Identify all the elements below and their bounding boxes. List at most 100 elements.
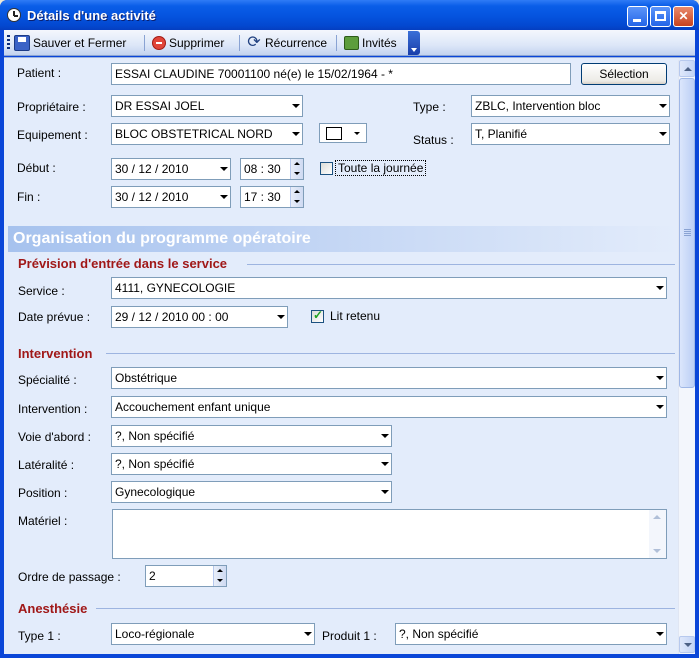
start-time-spinner[interactable]: 08 : 30	[240, 158, 304, 180]
scroll-down-icon[interactable]	[679, 636, 695, 653]
scroll-up-icon[interactable]	[679, 60, 695, 77]
color-picker-button[interactable]	[319, 123, 367, 143]
chevron-down-icon[interactable]	[653, 624, 666, 644]
all-day-checkbox[interactable]	[320, 162, 333, 175]
position-value: Gynecologique	[115, 485, 196, 499]
toolbar-overflow-icon[interactable]	[408, 31, 420, 55]
chevron-down-icon[interactable]	[378, 454, 391, 474]
type1-value: Loco-régionale	[115, 627, 195, 641]
down-arrow-icon[interactable]	[290, 197, 303, 207]
maximize-button[interactable]	[650, 6, 671, 27]
status-value: T, Planifié	[475, 127, 528, 141]
all-day-label[interactable]: Toute la journée	[335, 160, 427, 176]
close-icon: ✕	[678, 9, 689, 23]
chevron-down-icon[interactable]	[301, 624, 314, 644]
chevron-down-icon[interactable]	[653, 278, 666, 298]
type1-select[interactable]: Loco-régionale	[111, 623, 315, 645]
equipment-select[interactable]: BLOC OBSTETRICAL NORD	[111, 123, 303, 145]
selection-button[interactable]: Sélection	[581, 63, 667, 85]
start-label: Début :	[17, 161, 56, 175]
chevron-down-icon[interactable]	[656, 124, 669, 144]
close-button[interactable]: ✕	[673, 6, 694, 27]
type-select[interactable]: ZBLC, Intervention bloc	[471, 95, 670, 117]
end-date-value: 30 / 12 / 2010	[115, 190, 189, 204]
equipment-value: BLOC OBSTETRICAL NORD	[115, 127, 273, 141]
up-arrow-icon[interactable]	[290, 187, 303, 197]
scroll-up-icon[interactable]	[649, 510, 665, 524]
laterality-label: Latéralité :	[18, 458, 75, 472]
owner-value: DR ESSAI JOEL	[115, 99, 205, 113]
planned-date-picker[interactable]: 29 / 12 / 2010 00 : 00	[111, 306, 288, 328]
status-label: Status :	[413, 133, 454, 147]
service-select[interactable]: 4111, GYNECOLOGIE	[111, 277, 667, 299]
material-scrollbar[interactable]	[649, 510, 666, 558]
scrollbar-thumb[interactable]	[679, 78, 695, 388]
chevron-down-icon	[354, 132, 360, 135]
intervention-section-title: Intervention	[18, 346, 93, 361]
chevron-down-icon[interactable]	[653, 368, 666, 388]
approach-select[interactable]: ?, Non spécifié	[111, 425, 392, 447]
delete-button[interactable]: Supprimer	[152, 33, 224, 53]
delete-icon	[152, 36, 166, 50]
specialty-label: Spécialité :	[18, 373, 77, 387]
guests-button[interactable]: Invités	[344, 33, 397, 53]
chevron-down-icon[interactable]	[217, 187, 230, 207]
product1-value: ?, Non spécifié	[399, 627, 479, 641]
recurrence-button[interactable]: ⟳ Récurrence	[246, 33, 327, 53]
bed-reserved-checkbox[interactable]	[311, 308, 324, 323]
spinner-arrows[interactable]	[290, 159, 303, 179]
status-select[interactable]: T, Planifié	[471, 123, 670, 145]
clock-icon	[7, 8, 21, 22]
vertical-scrollbar[interactable]	[678, 60, 695, 654]
type-value: ZBLC, Intervention bloc	[475, 99, 601, 113]
end-label: Fin :	[17, 190, 41, 204]
color-swatch	[326, 127, 342, 140]
position-select[interactable]: Gynecologique	[111, 481, 392, 503]
material-textarea[interactable]	[112, 509, 667, 559]
down-arrow-icon[interactable]	[290, 169, 303, 179]
minimize-button[interactable]	[627, 6, 648, 27]
intervention-label: Intervention :	[18, 402, 88, 416]
end-time-spinner[interactable]: 17 : 30	[240, 186, 304, 208]
spinner-arrows[interactable]	[290, 187, 303, 207]
chevron-down-icon[interactable]	[378, 482, 391, 502]
product1-select[interactable]: ?, Non spécifié	[395, 623, 667, 645]
laterality-value: ?, Non spécifié	[115, 457, 195, 471]
end-date-picker[interactable]: 30 / 12 / 2010	[111, 186, 231, 208]
start-date-value: 30 / 12 / 2010	[115, 162, 189, 176]
patient-field[interactable]: ESSAI CLAUDINE 70001100 né(e) le 15/02/1…	[111, 63, 571, 85]
up-arrow-icon[interactable]	[213, 566, 226, 576]
minimize-icon	[633, 19, 641, 22]
down-arrow-icon[interactable]	[213, 576, 226, 586]
start-time-value: 08 : 30	[244, 162, 281, 176]
bed-reserved-label[interactable]: Lit retenu	[330, 309, 380, 323]
chevron-down-icon[interactable]	[289, 96, 302, 116]
activity-details-window: Détails d'une activité ✕ Sauver et Ferme…	[0, 0, 699, 658]
up-arrow-icon[interactable]	[290, 159, 303, 169]
order-spinner[interactable]: 2	[145, 565, 227, 587]
planned-date-value: 29 / 12 / 2010 00 : 00	[115, 310, 229, 324]
chevron-down-icon[interactable]	[217, 159, 230, 179]
section-divider	[247, 264, 675, 265]
product1-label: Produit 1 :	[322, 629, 377, 643]
specialty-value: Obstétrique	[115, 371, 178, 385]
chevron-down-icon[interactable]	[274, 307, 287, 327]
scroll-down-icon[interactable]	[649, 544, 665, 558]
guests-label: Invités	[362, 36, 397, 50]
chevron-down-icon[interactable]	[289, 124, 302, 144]
chevron-down-icon[interactable]	[378, 426, 391, 446]
intervention-select[interactable]: Accouchement enfant unique	[111, 396, 667, 418]
save-and-close-button[interactable]: Sauver et Fermer	[14, 33, 126, 53]
spinner-arrows[interactable]	[213, 566, 226, 586]
section-divider	[96, 608, 675, 609]
chevron-down-icon[interactable]	[653, 397, 666, 417]
anesthesia-section-title: Anesthésie	[18, 601, 88, 616]
laterality-select[interactable]: ?, Non spécifié	[111, 453, 392, 475]
toolbar-grip[interactable]	[7, 35, 10, 50]
title-bar[interactable]: Détails d'une activité ✕	[0, 0, 699, 30]
owner-select[interactable]: DR ESSAI JOEL	[111, 95, 303, 117]
refresh-icon: ⟳	[247, 34, 261, 51]
specialty-select[interactable]: Obstétrique	[111, 367, 667, 389]
start-date-picker[interactable]: 30 / 12 / 2010	[111, 158, 231, 180]
chevron-down-icon[interactable]	[656, 96, 669, 116]
